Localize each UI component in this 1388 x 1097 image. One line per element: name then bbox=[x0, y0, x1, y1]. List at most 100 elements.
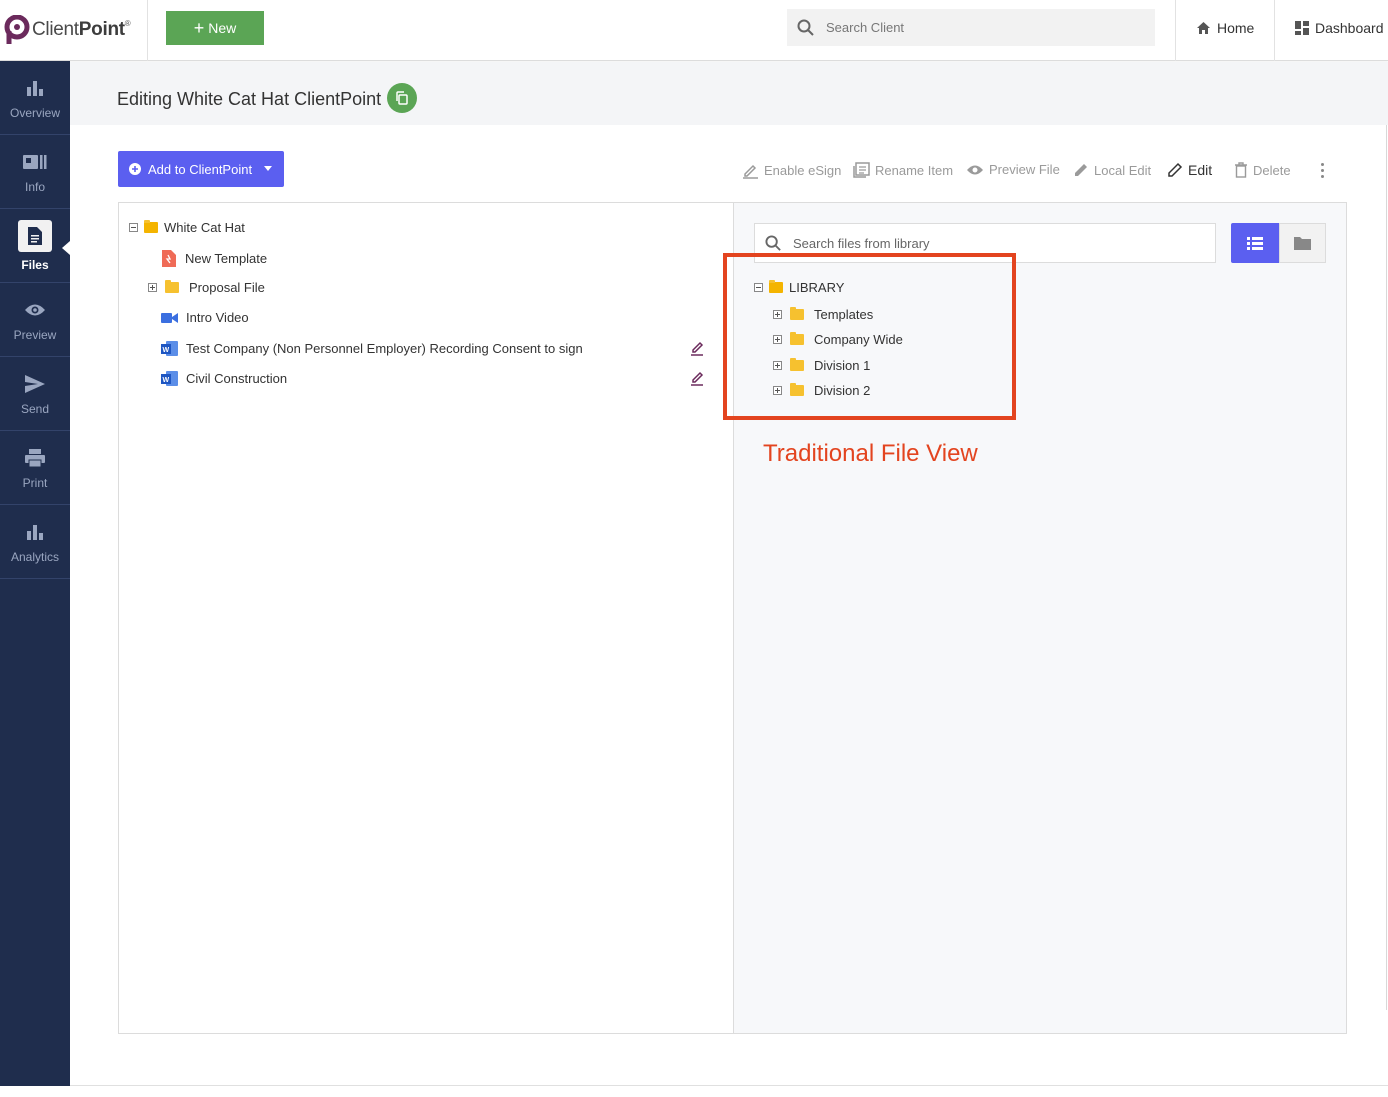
local-edit-button[interactable]: Local Edit bbox=[1073, 162, 1151, 178]
eye-icon bbox=[23, 298, 47, 322]
info-card-icon bbox=[23, 150, 47, 174]
rename-icon bbox=[853, 162, 870, 178]
edit-button[interactable]: Edit bbox=[1167, 162, 1212, 178]
folder-icon bbox=[165, 280, 179, 293]
sidebar-item-label: Info bbox=[24, 179, 45, 194]
sidebar-item-print[interactable]: Print bbox=[0, 431, 70, 505]
active-indicator bbox=[62, 241, 70, 255]
pencil-icon bbox=[1168, 162, 1183, 177]
dashboard-icon bbox=[1295, 21, 1309, 35]
eye-icon bbox=[967, 165, 983, 174]
sidebar-item-preview[interactable]: Preview bbox=[0, 283, 70, 357]
list-view-icon bbox=[1247, 236, 1263, 250]
delete-button[interactable]: Delete bbox=[1234, 162, 1291, 178]
logo-icon bbox=[4, 15, 30, 44]
svg-text:W: W bbox=[163, 347, 170, 354]
tree-item[interactable]: W Test Company (Non Personnel Employer) … bbox=[161, 340, 583, 357]
clientpoint-logo[interactable]: ClientPoint® bbox=[4, 14, 131, 46]
sidebar-item-files[interactable]: Files bbox=[0, 209, 70, 283]
local-edit-label: Local Edit bbox=[1094, 162, 1152, 178]
tree-root-row[interactable]: White Cat Hat bbox=[129, 220, 245, 235]
topbar-divider bbox=[147, 0, 148, 61]
search-icon bbox=[797, 19, 814, 36]
new-button[interactable]: + New bbox=[166, 11, 264, 45]
copy-button[interactable] bbox=[387, 83, 417, 113]
sidebar-item-info[interactable]: Info bbox=[0, 135, 70, 209]
collapse-icon[interactable] bbox=[129, 223, 138, 232]
word-file-icon: W bbox=[161, 371, 178, 386]
svg-text:W: W bbox=[163, 377, 170, 384]
sidebar-item-label: Print bbox=[22, 475, 48, 490]
document-icon bbox=[18, 219, 52, 252]
home-label: Home bbox=[1217, 20, 1255, 36]
word-file-icon: W bbox=[161, 341, 178, 356]
folder-view-icon bbox=[1294, 237, 1311, 250]
folder-view-toggle[interactable] bbox=[1279, 223, 1326, 263]
add-circle-icon bbox=[129, 163, 141, 175]
annotation-highlight-box bbox=[723, 253, 1016, 420]
preview-file-label: Preview File bbox=[989, 162, 1060, 177]
top-bar: ClientPoint® + New Search Client Home Da… bbox=[0, 0, 1388, 61]
logo-text: ClientPoint® bbox=[32, 19, 131, 40]
tree-item[interactable]: W Civil Construction bbox=[161, 370, 287, 387]
home-link[interactable]: Home bbox=[1196, 20, 1254, 36]
preview-file-button[interactable]: Preview File bbox=[966, 162, 1060, 177]
list-view-toggle[interactable] bbox=[1231, 223, 1279, 263]
dashboard-link[interactable]: Dashboard bbox=[1295, 20, 1384, 36]
footer-divider bbox=[70, 1085, 1388, 1086]
tree-item-label: Proposal File bbox=[189, 280, 265, 295]
sidebar-item-label: Analytics bbox=[10, 549, 60, 564]
enable-esign-label: Enable eSign bbox=[764, 163, 842, 178]
sidebar-item-label: Files bbox=[21, 257, 49, 272]
sidebar-item-label: Overview bbox=[9, 105, 60, 120]
analytics-icon bbox=[23, 520, 47, 544]
tree-item-label: Test Company (Non Personnel Employer) Re… bbox=[186, 341, 583, 356]
topbar-divider bbox=[1175, 0, 1176, 61]
signature-pen-icon bbox=[743, 164, 758, 179]
tree-root-label: White Cat Hat bbox=[164, 220, 245, 235]
page-title: Editing White Cat Hat ClientPoint bbox=[117, 89, 382, 109]
pdf-file-icon bbox=[162, 250, 176, 267]
enable-esign-button[interactable]: Enable eSign bbox=[742, 162, 841, 179]
library-search-placeholder: Search files from library bbox=[793, 235, 930, 251]
copy-icon bbox=[396, 91, 408, 105]
add-button-label: Add to ClientPoint bbox=[148, 161, 253, 177]
esign-edit-icon[interactable] bbox=[690, 370, 704, 386]
tree-item-label: Intro Video bbox=[186, 310, 249, 325]
client-search-input[interactable]: Search Client bbox=[787, 9, 1155, 46]
rename-item-button[interactable]: Rename Item bbox=[853, 162, 953, 178]
pencil-icon bbox=[1075, 164, 1087, 176]
tree-item[interactable]: Proposal File bbox=[148, 280, 265, 295]
esign-edit-icon[interactable] bbox=[690, 340, 704, 356]
expand-icon[interactable] bbox=[148, 283, 157, 292]
bar-chart-icon bbox=[23, 76, 47, 100]
sidebar-item-label: Send bbox=[20, 401, 50, 416]
tree-item[interactable]: New Template bbox=[162, 250, 267, 267]
title-band: Editing White Cat Hat ClientPoint bbox=[70, 62, 1388, 125]
page-edge-line bbox=[1386, 125, 1387, 1010]
sidebar: Overview Info Files Preview Send Print A… bbox=[0, 61, 70, 1086]
sidebar-item-overview[interactable]: Overview bbox=[0, 61, 70, 135]
sidebar-item-send[interactable]: Send bbox=[0, 357, 70, 431]
video-icon bbox=[161, 312, 178, 323]
more-options-icon[interactable] bbox=[1321, 163, 1325, 178]
add-to-clientpoint-button[interactable]: Add to ClientPoint bbox=[118, 151, 284, 187]
new-button-label: New bbox=[208, 20, 237, 36]
search-icon bbox=[765, 234, 781, 251]
home-icon bbox=[1197, 22, 1210, 34]
edit-label: Edit bbox=[1188, 162, 1213, 178]
delete-label: Delete bbox=[1253, 162, 1291, 178]
caret-down-icon bbox=[264, 166, 273, 171]
send-icon bbox=[23, 372, 47, 396]
rename-item-label: Rename Item bbox=[875, 162, 954, 178]
tree-item-label: New Template bbox=[185, 251, 268, 266]
plus-icon: + bbox=[193, 18, 205, 38]
printer-icon bbox=[23, 446, 47, 470]
annotation-label: Traditional File View bbox=[763, 440, 978, 467]
search-placeholder: Search Client bbox=[826, 20, 905, 35]
sidebar-item-analytics[interactable]: Analytics bbox=[0, 505, 70, 579]
clientpoint-file-tree: White Cat Hat New Template Proposal File… bbox=[119, 203, 734, 1033]
tree-item[interactable]: Intro Video bbox=[161, 310, 249, 325]
trash-icon bbox=[1235, 162, 1247, 178]
dashboard-label: Dashboard bbox=[1315, 20, 1384, 36]
